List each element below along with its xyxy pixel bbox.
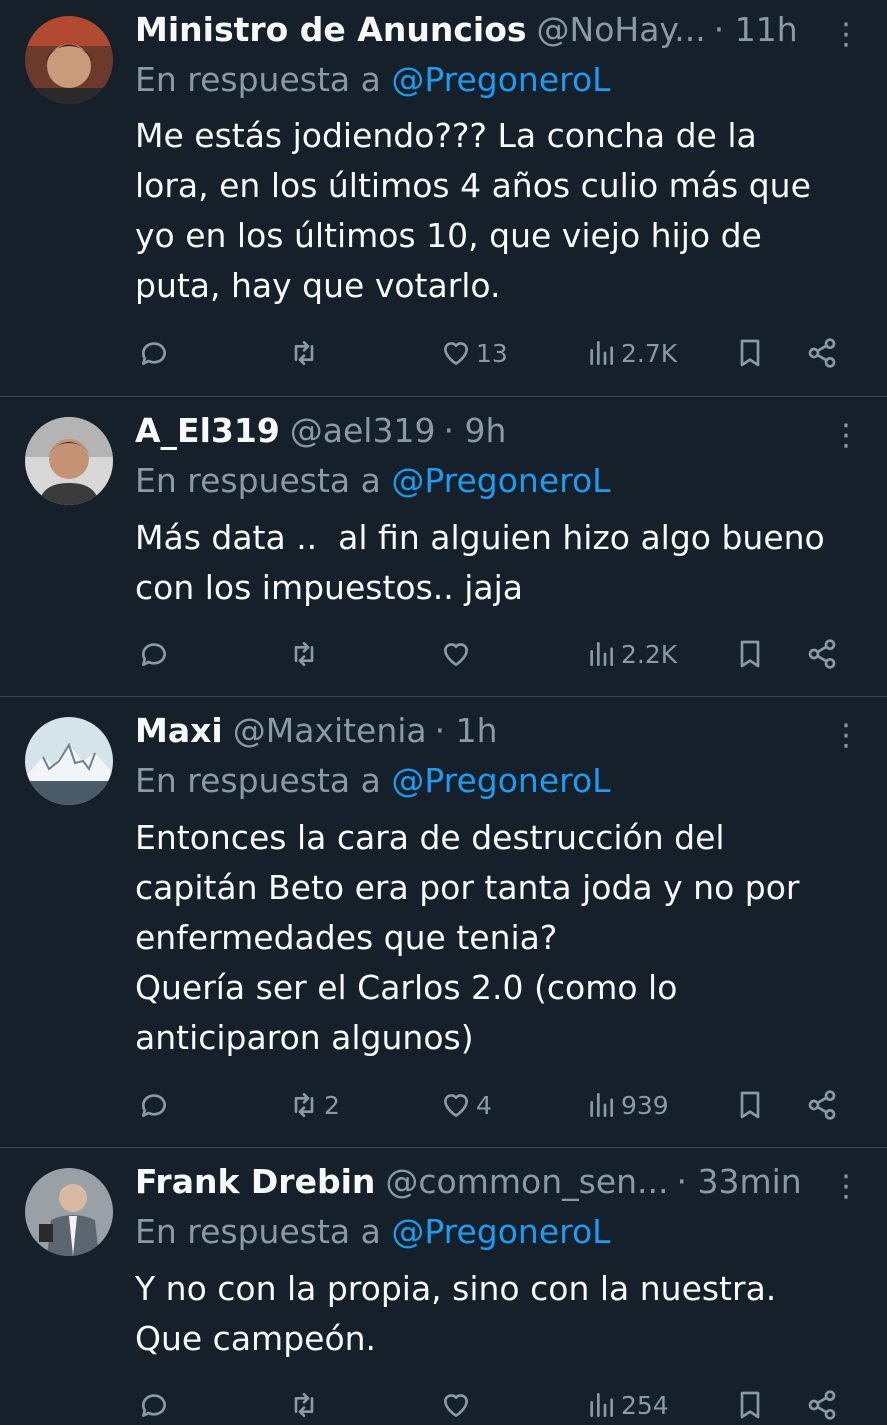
reply-prefix: En respuesta a: [135, 1212, 381, 1251]
display-name[interactable]: Ministro de Anuncios: [135, 10, 527, 49]
views-icon: [590, 1393, 613, 1417]
reply-prefix: En respuesta a: [135, 761, 381, 800]
like-count: 4: [476, 1090, 492, 1120]
tweet-actions: 2.2K: [0, 634, 887, 674]
bookmark-icon: [740, 339, 760, 367]
timestamp[interactable]: · 9h: [443, 411, 506, 450]
more-options-icon[interactable]: ⋮: [831, 1172, 861, 1202]
bookmark-button[interactable]: [734, 1385, 766, 1425]
reply-mention[interactable]: @PregoneroL: [391, 761, 610, 800]
retweet-button[interactable]: [288, 1385, 324, 1425]
retweet-button[interactable]: [288, 333, 324, 373]
display-name[interactable]: Maxi: [135, 711, 223, 750]
reply-button[interactable]: [138, 333, 174, 373]
share-button[interactable]: [806, 1385, 838, 1425]
view-count: 2.7K: [621, 338, 678, 368]
tweet[interactable]: Frank Drebin @common_sen... · 33min ⋮ En…: [0, 1148, 887, 1420]
retweet-button[interactable]: 2: [288, 1085, 340, 1125]
heart-icon: [444, 643, 468, 666]
share-icon: [808, 1090, 836, 1120]
heart-icon: [444, 1394, 468, 1417]
bookmark-icon: [740, 1091, 760, 1119]
reply-button[interactable]: [138, 634, 174, 674]
more-options-icon[interactable]: ⋮: [831, 721, 861, 751]
reply-icon: [141, 342, 166, 365]
timestamp[interactable]: · 33min: [677, 1162, 802, 1201]
view-count: 254: [621, 1390, 669, 1420]
tweet-text: Entonces la cara de destrucción del capi…: [135, 818, 800, 1057]
views-button[interactable]: 254: [585, 1385, 669, 1425]
timestamp[interactable]: · 11h: [714, 10, 798, 49]
retweet-icon: [294, 642, 314, 666]
heart-icon: [444, 342, 468, 365]
view-count: 2.2K: [621, 639, 678, 669]
share-button[interactable]: [806, 634, 838, 674]
reply-context: En respuesta a @PregoneroL: [135, 60, 611, 99]
like-button[interactable]: [440, 634, 476, 674]
reply-button[interactable]: [138, 1385, 174, 1425]
like-count: 13: [476, 338, 508, 368]
reply-mention[interactable]: @PregoneroL: [391, 461, 610, 500]
reply-prefix: En respuesta a: [135, 461, 381, 500]
reply-icon: [141, 1394, 166, 1417]
tweet-actions: 254: [0, 1385, 887, 1425]
retweet-button[interactable]: [288, 634, 324, 674]
retweet-count: 2: [324, 1090, 340, 1120]
share-icon: [808, 338, 836, 368]
views-button[interactable]: 2.7K: [585, 333, 677, 373]
timestamp[interactable]: · 1h: [435, 711, 498, 750]
reply-prefix: En respuesta a: [135, 60, 381, 99]
view-count: 939: [621, 1090, 669, 1120]
display-name[interactable]: A_El319: [135, 411, 280, 450]
avatar[interactable]: [25, 16, 113, 104]
user-handle[interactable]: @Maxitenia: [233, 711, 427, 750]
views-button[interactable]: 2.2K: [585, 634, 677, 674]
avatar[interactable]: [25, 717, 113, 805]
views-icon: [590, 1093, 613, 1117]
tweet[interactable]: A_El319 @ael319 · 9h ⋮ En respuesta a @P…: [0, 397, 887, 697]
tweet-text: Y no con la propia, sino con la nuestra.…: [135, 1269, 777, 1358]
bookmark-icon: [740, 1391, 760, 1419]
tweet[interactable]: Ministro de Anuncios @NoHay... · 11h ⋮ E…: [0, 0, 887, 397]
more-options-icon[interactable]: ⋮: [831, 421, 861, 451]
like-button[interactable]: [440, 1385, 476, 1425]
reply-context: En respuesta a @PregoneroL: [135, 761, 611, 800]
views-icon: [590, 341, 613, 365]
user-handle[interactable]: @NoHay...: [537, 10, 706, 49]
reply-mention[interactable]: @PregoneroL: [391, 60, 610, 99]
like-button[interactable]: 13: [440, 333, 508, 373]
heart-icon: [444, 1094, 468, 1117]
reply-context: En respuesta a @PregoneroL: [135, 1212, 611, 1251]
avatar[interactable]: [25, 1168, 113, 1256]
share-icon: [808, 1390, 836, 1420]
tweet-actions: 2 4 939: [0, 1085, 887, 1125]
bookmark-button[interactable]: [734, 333, 766, 373]
reply-mention[interactable]: @PregoneroL: [391, 1212, 610, 1251]
reply-button[interactable]: [138, 1085, 174, 1125]
tweet-text: Más data .. al fin alguien hizo algo bue…: [135, 518, 825, 607]
tweet-text: Me estás jodiendo??? La concha de la lor…: [135, 116, 811, 305]
more-options-icon[interactable]: ⋮: [831, 20, 861, 50]
retweet-icon: [294, 341, 314, 365]
user-handle[interactable]: @ael319: [290, 411, 436, 450]
tweet-actions: 13 2.7K: [0, 333, 887, 373]
bookmark-button[interactable]: [734, 1085, 766, 1125]
views-icon: [590, 642, 613, 666]
reply-context: En respuesta a @PregoneroL: [135, 461, 611, 500]
like-button[interactable]: 4: [440, 1085, 492, 1125]
reply-icon: [141, 643, 166, 666]
bookmark-icon: [740, 640, 760, 668]
retweet-icon: [294, 1093, 314, 1117]
share-icon: [808, 639, 836, 669]
display-name[interactable]: Frank Drebin: [135, 1162, 375, 1201]
reply-icon: [141, 1094, 166, 1117]
share-button[interactable]: [806, 1085, 838, 1125]
views-button[interactable]: 939: [585, 1085, 669, 1125]
share-button[interactable]: [806, 333, 838, 373]
avatar[interactable]: [25, 417, 113, 505]
user-handle[interactable]: @common_sen...: [385, 1162, 668, 1201]
tweet[interactable]: Maxi @Maxitenia · 1h ⋮ En respuesta a @P…: [0, 697, 887, 1148]
retweet-icon: [294, 1393, 314, 1417]
bookmark-button[interactable]: [734, 634, 766, 674]
